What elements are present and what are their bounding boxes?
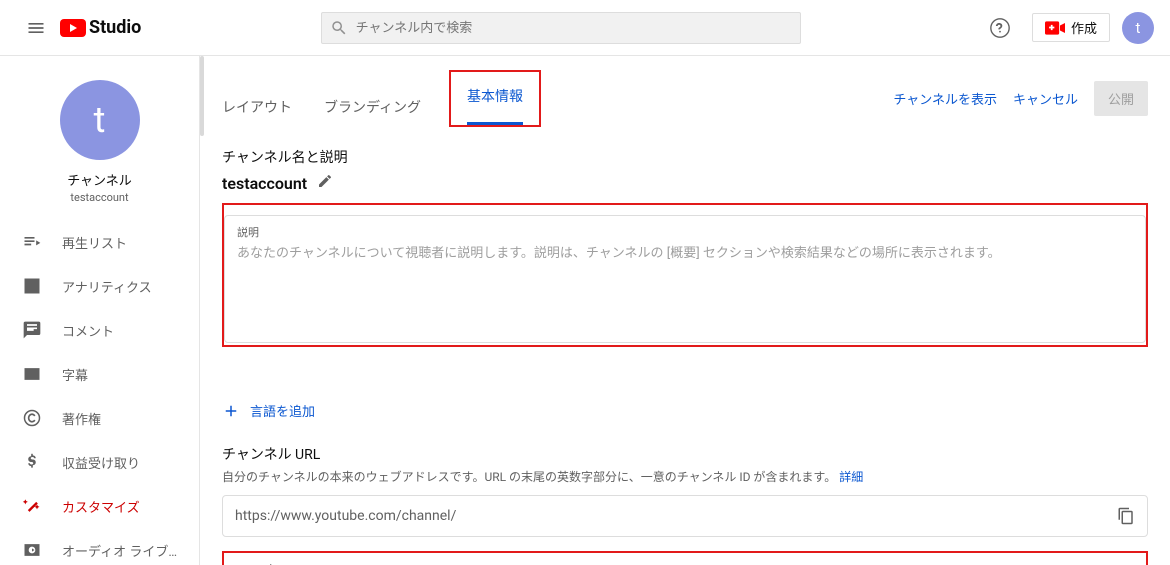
tab-basic-info-highlight: 基本情報: [449, 70, 541, 127]
sidebar-item-analytics[interactable]: アナリティクス: [0, 264, 199, 308]
analytics-icon: [22, 276, 42, 296]
sidebar-item-monetization[interactable]: 収益受け取り: [0, 440, 199, 484]
hamburger-menu-button[interactable]: [16, 8, 56, 48]
sidebar-item-comments[interactable]: コメント: [0, 308, 199, 352]
channel-url-value: https://www.youtube.com/channel/: [223, 508, 1105, 524]
dollar-icon: [22, 452, 42, 472]
edit-name-button[interactable]: [317, 173, 333, 193]
search-input[interactable]: [356, 20, 792, 35]
sidebar-item-label: アナリティクス: [62, 277, 152, 296]
view-channel-link[interactable]: チャンネルを表示: [893, 89, 997, 108]
sidebar-item-subtitles[interactable]: 字幕: [0, 352, 199, 396]
sidebar-item-label: 著作権: [62, 409, 101, 428]
copy-icon: [1117, 507, 1135, 525]
sidebar-item-playlists[interactable]: 再生リスト: [0, 220, 199, 264]
video-plus-icon: [1045, 21, 1065, 35]
sidebar-channel-name: testaccount: [0, 191, 199, 204]
publish-button: 公開: [1094, 81, 1148, 116]
sidebar-item-label: コメント: [62, 321, 114, 340]
tab-layout[interactable]: レイアウト: [222, 87, 292, 127]
add-language-button[interactable]: 言語を追加: [222, 401, 1148, 420]
comment-icon: [22, 320, 42, 340]
hamburger-icon: [26, 18, 46, 38]
user-avatar[interactable]: t: [1122, 12, 1154, 44]
help-button[interactable]: [980, 8, 1020, 48]
sidebar-item-label: 字幕: [62, 365, 88, 384]
scroll-indicator: [200, 56, 204, 136]
youtube-studio-logo[interactable]: Studio: [60, 17, 141, 39]
description-placeholder: あなたのチャンネルについて視聴者に説明します。説明は、チャンネルの [概要] セ…: [237, 244, 1133, 265]
sidebar-item-audio-library[interactable]: オーディオ ライブ…: [0, 528, 199, 565]
sidebar-item-label: 収益受け取り: [62, 453, 140, 472]
audio-library-icon: [22, 540, 42, 560]
create-label: 作成: [1071, 18, 1097, 37]
sidebar-item-label: カスタマイズ: [62, 497, 140, 516]
channel-url-desc: 自分のチャンネルの本来のウェブアドレスです。URL の末尾の英数字部分に、一意の…: [222, 470, 836, 484]
channel-avatar[interactable]: t: [60, 80, 140, 160]
description-label: 説明: [237, 224, 1133, 240]
name-desc-heading: チャンネル名と説明: [222, 147, 1148, 167]
description-field[interactable]: 説明 あなたのチャンネルについて視聴者に説明します。説明は、チャンネルの [概要…: [224, 215, 1146, 343]
sidebar-channel-label: チャンネル: [0, 170, 199, 189]
links-heading: リンク: [236, 561, 1134, 565]
sidebar-item-label: 再生リスト: [62, 233, 127, 252]
playlist-icon: [22, 232, 42, 252]
channel-url-heading: チャンネル URL: [222, 444, 1148, 464]
copyright-icon: [22, 408, 42, 428]
cancel-button[interactable]: キャンセル: [1013, 89, 1078, 108]
help-icon: [989, 17, 1011, 39]
sidebar-item-label: オーディオ ライブ…: [62, 541, 177, 560]
subtitles-icon: [22, 364, 42, 384]
studio-text: Studio: [89, 17, 141, 38]
plus-icon: [222, 402, 240, 420]
add-language-label: 言語を追加: [250, 401, 315, 420]
search-box[interactable]: [321, 12, 801, 44]
tab-branding[interactable]: ブランディング: [324, 87, 421, 127]
magic-wand-icon: [22, 496, 42, 516]
channel-name-value: testaccount: [222, 174, 307, 193]
channel-url-more-link[interactable]: 詳細: [839, 470, 863, 484]
search-icon: [330, 19, 348, 37]
sidebar-item-customization[interactable]: カスタマイズ: [0, 484, 199, 528]
copy-url-button[interactable]: [1105, 495, 1147, 537]
youtube-icon: [60, 17, 86, 39]
tab-basic-info[interactable]: 基本情報: [467, 76, 523, 116]
pencil-icon: [317, 173, 333, 189]
create-button[interactable]: 作成: [1032, 13, 1110, 42]
sidebar-item-copyright[interactable]: 著作権: [0, 396, 199, 440]
